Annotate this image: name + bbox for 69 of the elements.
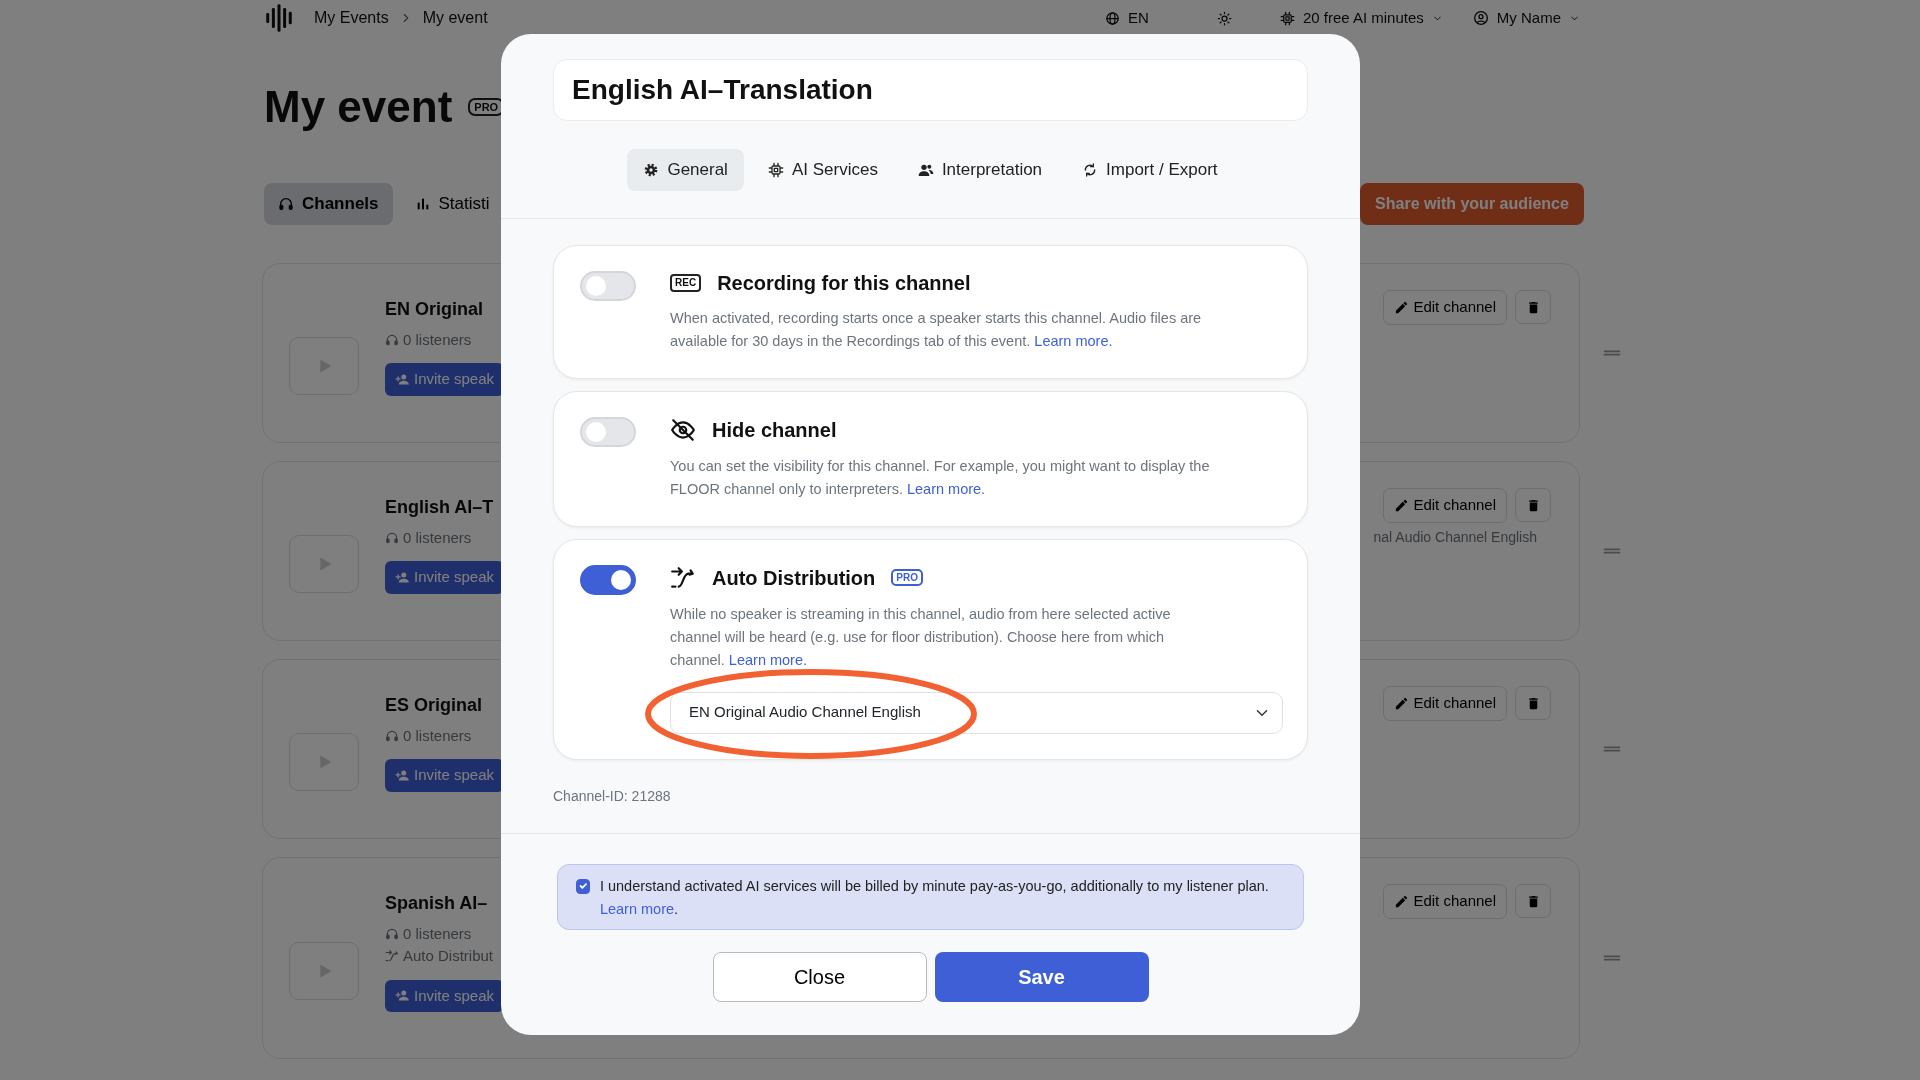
pencil-icon (1394, 299, 1410, 315)
headphones-icon (385, 332, 399, 347)
edit-channel-button[interactable]: Edit channel (1383, 488, 1507, 523)
chip-icon (767, 161, 784, 178)
setting-description: While no speaker is streaming in this channel, audio from here selected active channel will be heard (e.g. use for floor distribution). Choose here from which channel. Learn more. (670, 604, 1172, 670)
delete-button[interactable] (1515, 884, 1551, 918)
user-menu[interactable]: My Name (1496, 6, 1561, 30)
auto-distribution-icon (670, 564, 696, 591)
setting-title: Hide channel (712, 417, 837, 442)
listener-count: 0 listeners (403, 923, 472, 944)
edit-channel-button[interactable]: Edit channel (1383, 686, 1507, 721)
edit-channel-button[interactable]: Edit channel (1383, 290, 1507, 325)
chip-icon (1279, 10, 1295, 26)
pencil-icon (1394, 893, 1410, 909)
headphones-icon (385, 530, 399, 545)
channel-name: English AI–T (385, 496, 494, 519)
headphones-icon (278, 196, 294, 212)
learn-more-link[interactable]: Learn more (599, 900, 675, 917)
save-button[interactable]: Save (934, 951, 1149, 1002)
language-selector[interactable]: EN (1128, 6, 1149, 30)
dialog-tab[interactable]: General (627, 149, 744, 191)
setting-title: Recording for this channel (717, 270, 971, 295)
pencil-icon (1394, 695, 1410, 711)
channel-name-field[interactable]: English AI–Translation (553, 59, 1308, 121)
sun-icon (1216, 10, 1232, 26)
auto-distribution-source: nal Audio Channel English (1372, 528, 1537, 548)
headphones-icon (385, 728, 399, 743)
edit-channel-button[interactable]: Edit channel (1383, 884, 1507, 919)
consent-text: I understand activated AI services will be billed by minute pay-as-you-go, additionally to my listener plan. Learn more. (599, 876, 1270, 919)
learn-more-link[interactable]: Learn more. (728, 651, 808, 668)
rec-icon: REC (670, 273, 702, 292)
listener-count: 0 listeners (403, 329, 472, 350)
auto-distribution-label: Auto Distribut (403, 946, 494, 966)
user-circle-icon (1472, 10, 1489, 26)
delete-button[interactable] (1515, 686, 1551, 720)
listener-count: 0 listeners (403, 725, 472, 746)
dialog-tab[interactable]: Interpretation (901, 149, 1059, 191)
close-button[interactable]: Close (712, 951, 927, 1002)
ai-minutes-menu[interactable]: 20 free AI minutes (1302, 6, 1424, 30)
channel-select[interactable]: EN Original Audio Channel English (670, 691, 1283, 734)
gear-icon (643, 161, 660, 178)
dialog-tab[interactable]: AI Services (751, 149, 894, 191)
delete-button[interactable] (1515, 488, 1551, 522)
delete-button[interactable] (1515, 290, 1551, 324)
breadcrumb-current[interactable]: My event (422, 6, 488, 30)
consent-checkbox[interactable] (576, 878, 590, 894)
eye-slash-icon (670, 416, 696, 443)
pro-badge: PRO (891, 569, 923, 586)
channel-name: ES Original (385, 694, 483, 717)
setting-description: You can set the visibility for this channel. For example, you might want to display the FLOOR channel only to interpreters. Learn more. (670, 456, 1211, 499)
listener-count: 0 listeners (403, 527, 472, 548)
pencil-icon (1394, 497, 1410, 513)
setting-description: When activated, recording starts once a speaker starts this channel. Audio files are available for 30 days in the Recordings tab of this event. Learn more. (670, 308, 1203, 351)
dialog-tab[interactable]: Import / Export (1066, 149, 1234, 191)
headphones-icon (385, 926, 399, 941)
toggle-switch[interactable] (580, 564, 636, 595)
channel-name: EN Original (385, 298, 483, 321)
learn-more-link[interactable]: Learn more. (1034, 332, 1113, 349)
page-tab[interactable]: Channels (264, 183, 393, 225)
auto-distribution-icon (385, 949, 399, 964)
person-plus-icon (395, 988, 410, 1004)
page-tab[interactable]: Statisti (400, 183, 504, 225)
setting-title: Auto Distribution (712, 565, 876, 590)
globe-icon (1105, 10, 1121, 26)
channel-id: Channel-ID: 21288 (553, 786, 672, 806)
breadcrumb-link[interactable]: My Events (314, 6, 389, 30)
page-title: My event (264, 80, 453, 133)
learn-more-link[interactable]: Learn more. (906, 480, 986, 497)
channel-name: Spanish AI– (385, 892, 488, 915)
